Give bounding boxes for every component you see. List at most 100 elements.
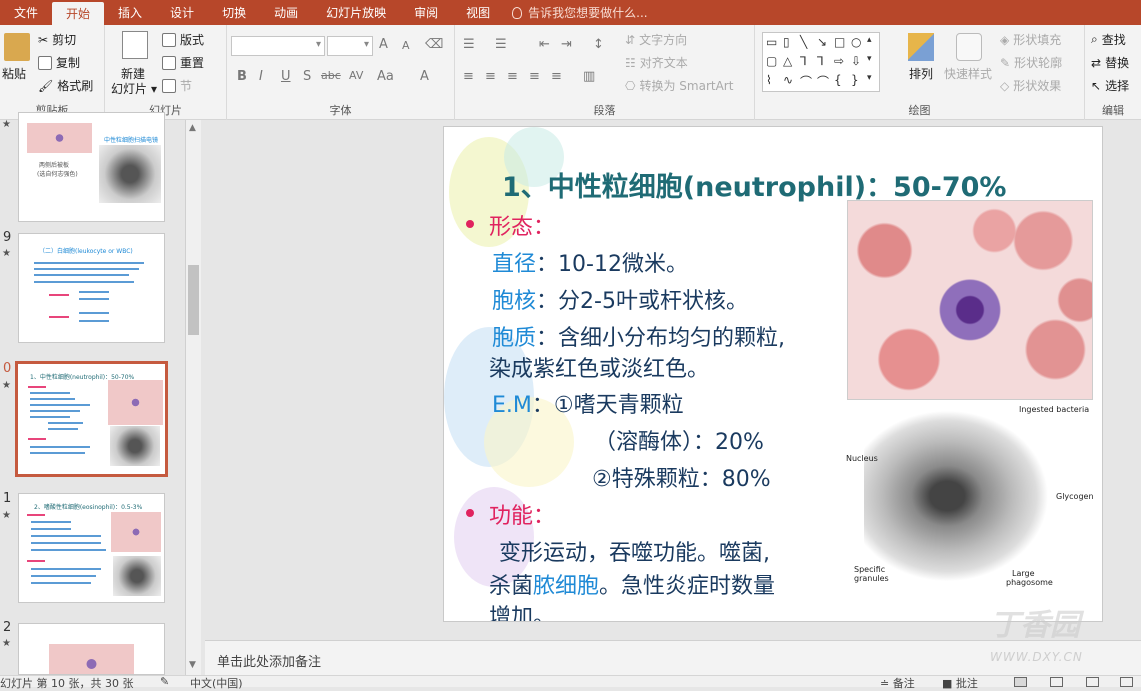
tab-transitions[interactable]: 切换 (208, 0, 260, 25)
reading-view-icon[interactable] (1086, 677, 1099, 687)
reset-button[interactable]: 重置 (162, 54, 204, 71)
arrange-icon[interactable] (908, 33, 934, 61)
line-spacing-icon[interactable]: ↕ (593, 37, 604, 52)
smartart-button[interactable]: ⎔ 转换为 SmartArt (625, 77, 733, 94)
function-line-2[interactable]: 杀菌脓细胞。急性炎症时数量 (489, 568, 775, 600)
underline-button[interactable]: U (281, 69, 291, 84)
elbow-connector-shape-icon[interactable]: ⅂ (800, 54, 807, 68)
notes-toggle-button[interactable]: ≐ 备注 (880, 675, 915, 691)
brace-right-shape-icon[interactable]: } (851, 73, 859, 87)
slide-thumbnail-8[interactable]: 中性粒细胞扫描电镜 两侧后被板 (选自何志强色) (18, 112, 165, 222)
line-shape-icon[interactable]: ╲ (800, 35, 807, 49)
notes-placeholder[interactable]: 单击此处添加备注 (217, 651, 321, 670)
tab-animations[interactable]: 动画 (260, 0, 312, 25)
shape-effects-button[interactable]: ◇ 形状效果 (1000, 77, 1061, 94)
spellcheck-icon[interactable]: ✎ (160, 675, 169, 688)
select-button[interactable]: ↖ 选择 (1091, 77, 1129, 94)
grow-font-button[interactable]: A (379, 37, 388, 52)
slide-thumbnail-10-selected[interactable]: 1、中性粒细胞(neutrophil)：50-70% (15, 361, 168, 477)
clear-format-icon[interactable]: ⌫ (425, 37, 443, 52)
tab-view[interactable]: 视图 (452, 0, 504, 25)
paste-button[interactable]: 粘贴 (2, 65, 26, 82)
replace-button[interactable]: ⇄ 替换 (1091, 54, 1129, 71)
thumbnail-scrollbar[interactable]: ▲ ▼ (185, 120, 201, 675)
neutrophil-micrograph[interactable] (847, 200, 1093, 400)
oval-shape-icon[interactable]: ○ (851, 35, 861, 49)
distribute-icon[interactable]: ≡ (551, 69, 562, 84)
bullets-icon[interactable]: ☰ (463, 37, 475, 52)
quick-styles-icon[interactable] (956, 33, 982, 61)
curve-connector-shape-icon[interactable]: ⌒ (817, 73, 829, 90)
elbow-arrow-shape-icon[interactable]: ⅂ (817, 54, 824, 68)
align-text-button[interactable]: ☷ 对齐文本 (625, 54, 688, 71)
slide-title[interactable]: 1、中性粒细胞(neutrophil)：50-70% (502, 165, 1006, 204)
vertical-textbox-shape-icon[interactable]: ▯ (783, 35, 790, 49)
slideshow-view-icon[interactable] (1120, 677, 1133, 687)
down-arrow-shape-icon[interactable]: ⇩ (851, 54, 861, 68)
slide-canvas[interactable]: 1、中性粒细胞(neutrophil)：50-70% 形态： 直径：10-12微… (443, 126, 1103, 622)
find-button[interactable]: ⌕ 查找 (1091, 31, 1126, 48)
char-spacing-button[interactable]: AV (349, 69, 363, 82)
text-direction-button[interactable]: ⇵ 文字方向 (625, 31, 687, 48)
strikethrough-button[interactable]: abc (321, 69, 341, 82)
change-case-button[interactable]: Aa (377, 69, 394, 84)
shadow-button[interactable]: S (303, 69, 311, 84)
tab-review[interactable]: 审阅 (400, 0, 452, 25)
section-button[interactable]: 节 (162, 77, 192, 94)
language-status[interactable]: 中文(中国) (190, 675, 243, 691)
neutrophil-em-micrograph[interactable] (864, 410, 1049, 582)
layout-button[interactable]: 版式 (162, 31, 204, 48)
slide-thumbnail-12[interactable] (18, 623, 165, 675)
tell-me-box[interactable]: 告诉我您想要做什么... (512, 0, 648, 25)
font-size-combo[interactable] (327, 36, 373, 56)
copy-button[interactable]: 复制 (38, 54, 80, 71)
bold-button[interactable]: B (237, 69, 247, 84)
cytoplasm-line-2[interactable]: 染成紫红色或淡红色。 (489, 351, 709, 383)
brace-left-shape-icon[interactable]: { (834, 73, 842, 87)
cut-button[interactable]: ✂ 剪切 (38, 31, 76, 48)
morphology-heading[interactable]: 形态： (489, 209, 555, 241)
rounded-rect-shape-icon[interactable]: ▢ (766, 54, 777, 68)
scroll-down-icon[interactable]: ▼ (189, 660, 196, 670)
gallery-down-icon[interactable]: ▾ (867, 54, 872, 64)
rectangle-shape-icon[interactable]: □ (834, 35, 845, 49)
arrange-button[interactable]: 排列 (909, 65, 933, 82)
decrease-indent-icon[interactable]: ⇤ (539, 37, 550, 52)
shapes-gallery[interactable]: ▭ ▯ ╲ ↘ □ ○ ▢ △ ⅂ ⅂ ⇨ ⇩ ⌇ ∿ ⌒ ⌒ { } ▴ ▾ … (762, 32, 880, 92)
em-line-2[interactable]: （溶酶体）：20% (594, 424, 764, 456)
em-line[interactable]: E.M：①嗜天青颗粒 (492, 387, 684, 419)
freeform-shape-icon[interactable]: ⌇ (766, 73, 772, 87)
function-line-3[interactable]: 增加。 (489, 599, 555, 621)
diameter-line[interactable]: 直径：10-12微米。 (492, 246, 688, 278)
shape-fill-button[interactable]: ◈ 形状填充 (1000, 31, 1061, 48)
format-painter-button[interactable]: 🖌 格式刷 (38, 77, 93, 94)
cytoplasm-line[interactable]: 胞质：含细小分布均匀的颗粒, (492, 320, 785, 352)
shape-outline-button[interactable]: ✎ 形状轮廓 (1000, 54, 1062, 71)
tab-file[interactable]: 文件 (0, 0, 52, 25)
slide-sorter-view-icon[interactable] (1050, 677, 1063, 687)
numbering-icon[interactable]: ☰ (495, 37, 507, 52)
tab-home[interactable]: 开始 (52, 2, 105, 25)
align-right-icon[interactable]: ≡ (507, 69, 518, 84)
align-left-icon[interactable]: ≡ (463, 69, 474, 84)
font-name-combo[interactable] (231, 36, 325, 56)
shrink-font-button[interactable]: A (402, 39, 410, 52)
font-color-button[interactable]: A (420, 69, 429, 84)
curve-shape-icon[interactable]: ∿ (783, 73, 793, 87)
function-heading[interactable]: 功能： (489, 498, 555, 530)
slide-thumbnail-9[interactable]: （二）白细胞(leukocyte or WBC) (18, 233, 165, 343)
quick-styles-button[interactable]: 快速样式 (944, 65, 992, 82)
arrow-line-shape-icon[interactable]: ↘ (817, 35, 827, 49)
tab-design[interactable]: 设计 (156, 0, 208, 25)
arc-shape-icon[interactable]: ⌒ (800, 73, 812, 90)
new-slide-icon[interactable] (122, 31, 148, 59)
increase-indent-icon[interactable]: ⇥ (561, 37, 572, 52)
scroll-up-icon[interactable]: ▲ (189, 123, 196, 133)
align-center-icon[interactable]: ≡ (485, 69, 496, 84)
gallery-more-icon[interactable]: ▾ (867, 73, 872, 83)
justify-icon[interactable]: ≡ (529, 69, 540, 84)
italic-button[interactable]: I (259, 69, 263, 84)
normal-view-icon[interactable] (1014, 677, 1027, 687)
function-line-1[interactable]: 变形运动，吞噬功能。噬菌, (499, 535, 770, 567)
right-arrow-shape-icon[interactable]: ⇨ (834, 54, 844, 68)
